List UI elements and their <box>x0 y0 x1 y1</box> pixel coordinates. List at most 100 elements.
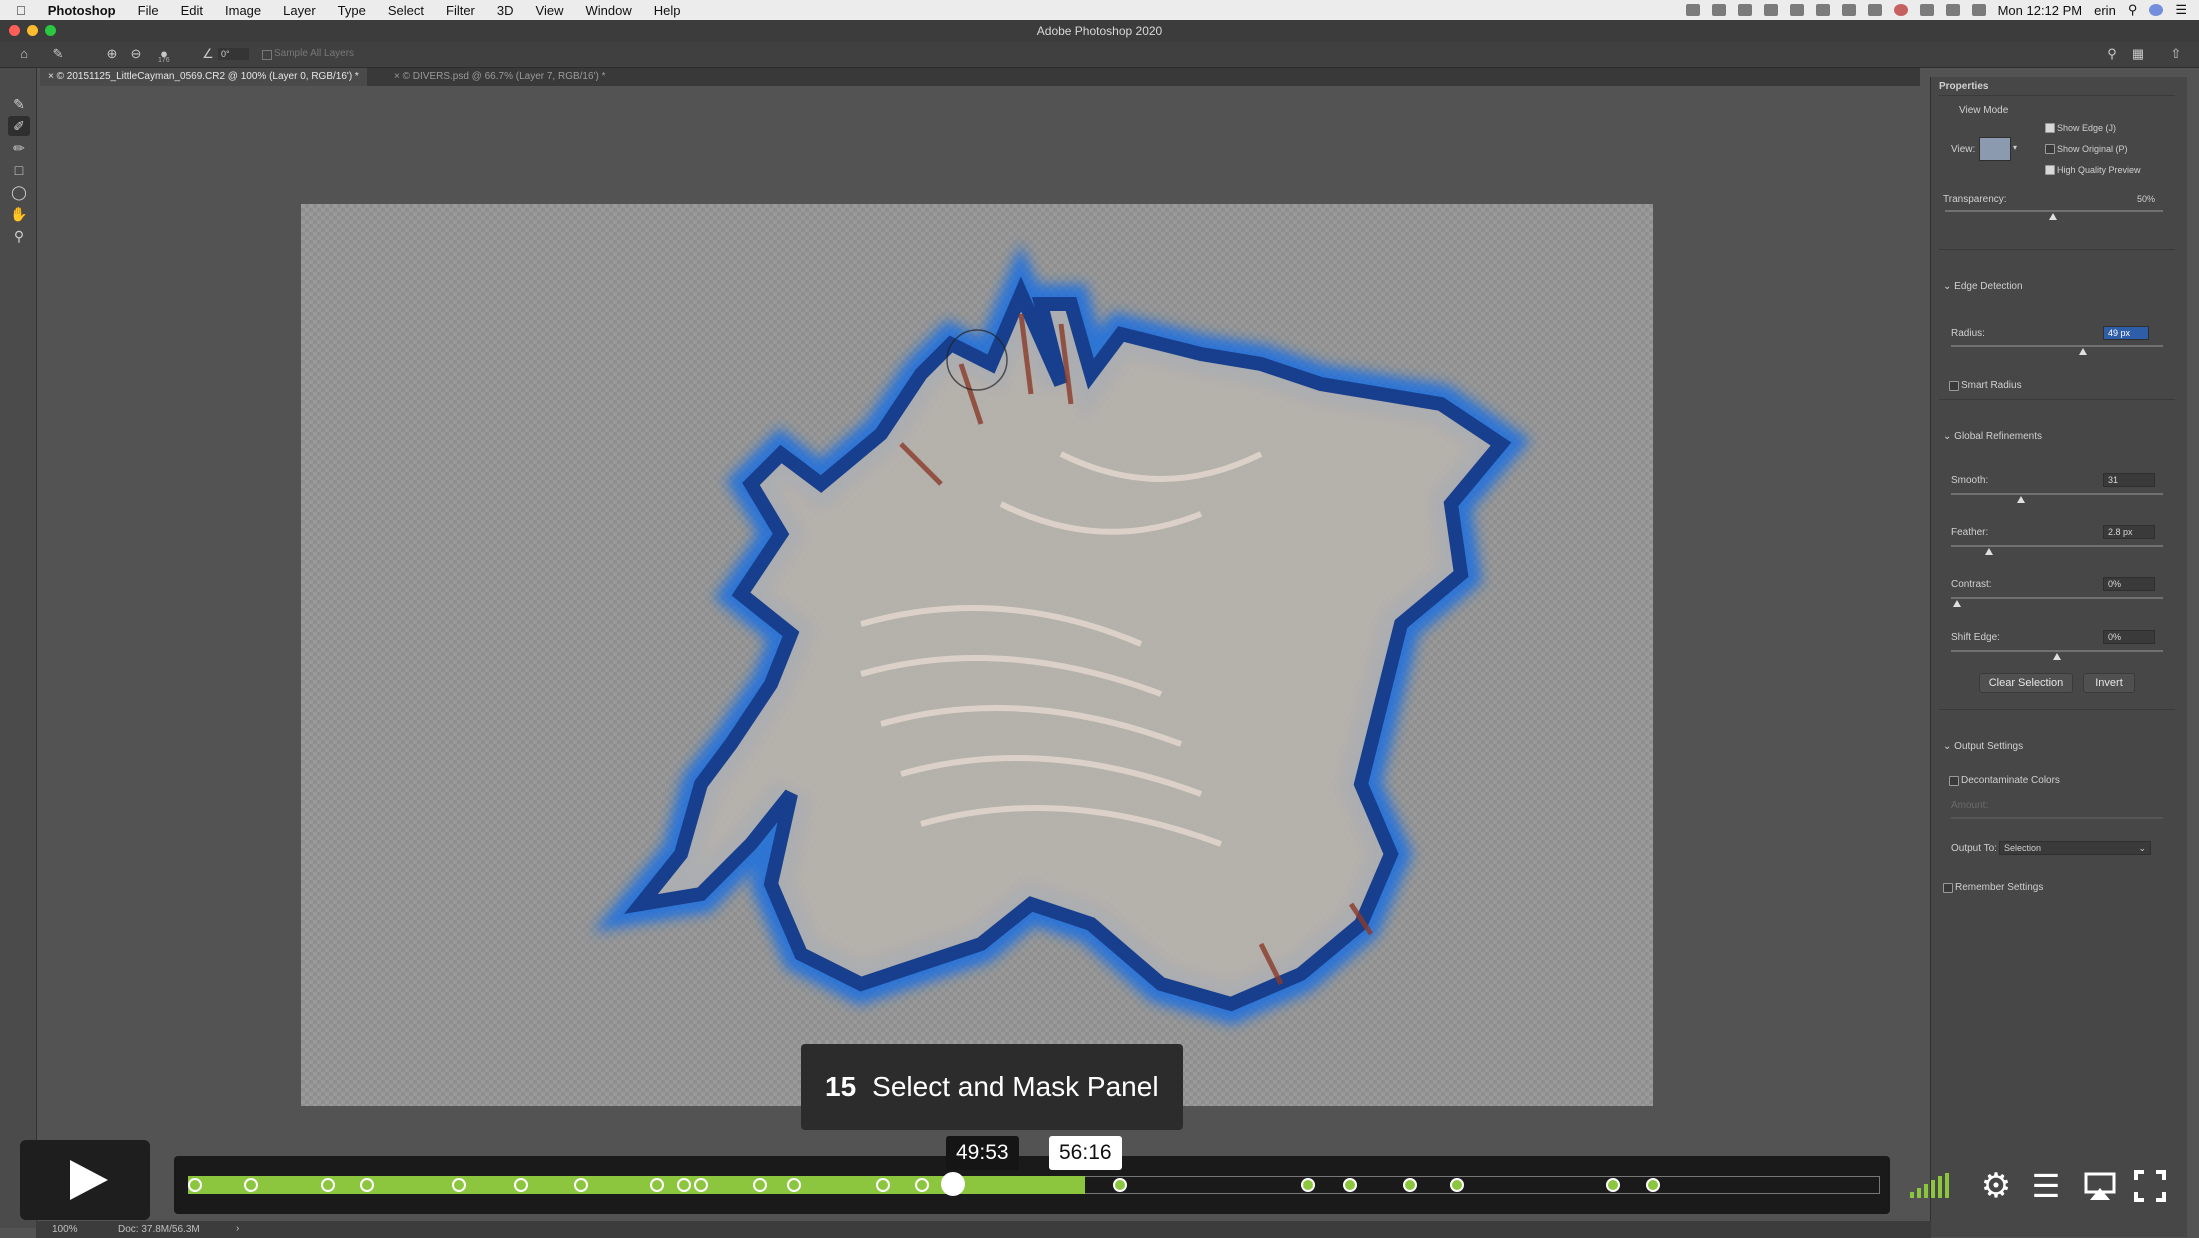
airplay-status-icon[interactable] <box>1919 4 1934 16</box>
video-progress-bar[interactable] <box>174 1156 1890 1214</box>
transparency-value[interactable]: 50% <box>2137 194 2155 204</box>
chapter-marker[interactable] <box>786 1178 801 1192</box>
brush-preset-icon[interactable]: ✎ <box>50 46 66 62</box>
time-machine-status-icon[interactable] <box>1841 4 1856 16</box>
chapter-marker[interactable] <box>187 1178 202 1192</box>
contrast-slider-track[interactable] <box>1951 597 2163 599</box>
smooth-field[interactable]: 31 <box>2103 473 2155 487</box>
brush-tool-icon[interactable]: ✏ <box>8 138 30 158</box>
menubar-clock[interactable]: Mon 12:12 PM <box>1998 3 2083 18</box>
record-status-icon[interactable] <box>1893 4 1908 16</box>
sample-all-layers-checkbox[interactable] <box>262 50 272 60</box>
settings-gear-icon[interactable]: ⚙ <box>1976 1166 2016 1206</box>
shift-edge-slider-track[interactable] <box>1951 650 2163 652</box>
angle-field[interactable]: 0° <box>218 48 249 60</box>
airplay-icon[interactable] <box>2080 1166 2120 1206</box>
show-edge-checkbox[interactable] <box>2045 123 2055 133</box>
app-menu[interactable]: Photoshop <box>48 3 116 18</box>
chapter-marker[interactable] <box>573 1178 588 1192</box>
siri-icon[interactable] <box>2149 4 2164 16</box>
menu-layer[interactable]: Layer <box>283 3 316 18</box>
dropbox-status-icon[interactable] <box>1815 4 1830 16</box>
volume-bars-icon[interactable] <box>1908 1172 1956 1200</box>
object-selection-tool-icon[interactable]: □ <box>8 160 30 180</box>
apple-menu-icon[interactable]:  <box>16 3 26 18</box>
view-mode-thumbnail[interactable] <box>1979 137 2011 161</box>
remember-settings-checkbox[interactable] <box>1943 883 1953 893</box>
feather-slider-thumb[interactable] <box>1985 548 1993 555</box>
add-to-selection-icon[interactable]: ⊕ <box>104 46 120 62</box>
chapter-marker[interactable] <box>1605 1178 1620 1192</box>
document-canvas[interactable] <box>301 204 1653 1106</box>
home-icon[interactable]: ⌂ <box>16 46 32 62</box>
notification-center-icon[interactable]: ☰ <box>2175 2 2187 18</box>
transparency-slider-thumb[interactable] <box>2049 213 2057 220</box>
display-status-icon[interactable] <box>1685 4 1700 16</box>
workspace-icon[interactable]: ▦ <box>2130 46 2146 62</box>
edge-detection-header[interactable]: ⌄ Edge Detection <box>1943 281 2023 292</box>
chapter-marker[interactable] <box>676 1178 691 1192</box>
smart-radius-checkbox[interactable] <box>1949 381 1959 391</box>
menu-select[interactable]: Select <box>388 3 424 18</box>
tab-close-icon[interactable]: × <box>48 71 57 82</box>
status-menu-arrow-icon[interactable]: › <box>236 1223 239 1234</box>
feather-slider-track[interactable] <box>1951 545 2163 547</box>
menu-3d[interactable]: 3D <box>497 3 514 18</box>
subtract-from-selection-icon[interactable]: ⊖ <box>128 46 144 62</box>
hand-tool-icon[interactable]: ✋ <box>8 204 30 224</box>
minimize-window-button[interactable] <box>27 25 38 36</box>
chapter-marker[interactable] <box>1450 1178 1464 1192</box>
feather-field[interactable]: 2.8 px <box>2103 525 2155 539</box>
search-icon[interactable]: ⚲ <box>2104 46 2120 62</box>
volume-icon[interactable] <box>1971 4 1986 16</box>
shift-edge-slider-thumb[interactable] <box>2053 653 2061 660</box>
contrast-field[interactable]: 0% <box>2103 577 2155 591</box>
chevron-down-icon[interactable]: ▾ <box>2013 143 2017 152</box>
chapter-marker[interactable] <box>649 1178 664 1192</box>
progress-scrubber-handle[interactable] <box>940 1172 965 1196</box>
document-tab-littlecayman[interactable]: × © 20151125_LittleCayman_0569.CR2 @ 100… <box>40 68 367 86</box>
refine-edge-brush-icon[interactable]: ✐ <box>8 116 30 136</box>
sync-status-icon[interactable] <box>1737 4 1752 16</box>
output-settings-header[interactable]: ⌄ Output Settings <box>1943 741 2023 752</box>
high-quality-preview-checkbox[interactable] <box>2045 165 2055 175</box>
creative-cloud-status-icon[interactable] <box>1711 4 1726 16</box>
fullscreen-icon[interactable] <box>2130 1166 2170 1206</box>
menubar-user[interactable]: erin <box>2094 3 2116 18</box>
show-original-checkbox[interactable] <box>2045 144 2055 154</box>
wifi-icon[interactable] <box>1945 4 1960 16</box>
invert-button[interactable]: Invert <box>2083 673 2135 693</box>
share-icon[interactable]: ⇧ <box>2168 46 2184 62</box>
menu-view[interactable]: View <box>536 3 564 18</box>
chapter-marker[interactable] <box>693 1178 708 1192</box>
output-to-dropdown[interactable]: Selection ⌄ <box>1999 841 2151 855</box>
menu-window[interactable]: Window <box>585 3 631 18</box>
info-status-icon[interactable] <box>1867 4 1882 16</box>
global-refinements-header[interactable]: ⌄ Global Refinements <box>1943 431 2042 442</box>
contrast-slider-thumb[interactable] <box>1953 600 1961 607</box>
chapters-list-icon[interactable]: ☰ <box>2026 1166 2066 1206</box>
tab-close-icon[interactable]: × <box>394 71 403 82</box>
chapter-marker[interactable] <box>752 1178 767 1192</box>
bluetooth-status-icon[interactable] <box>1763 4 1778 16</box>
menu-edit[interactable]: Edit <box>181 3 203 18</box>
clear-selection-button[interactable]: Clear Selection <box>1979 673 2073 693</box>
spotlight-search-icon[interactable]: ⚲ <box>2128 2 2138 18</box>
zoom-level[interactable]: 100% <box>52 1224 78 1235</box>
menu-filter[interactable]: Filter <box>446 3 475 18</box>
mail-status-icon[interactable] <box>1789 4 1804 16</box>
smooth-slider-thumb[interactable] <box>2017 496 2025 503</box>
radius-slider-track[interactable] <box>1951 345 2163 347</box>
menu-image[interactable]: Image <box>225 3 261 18</box>
menu-type[interactable]: Type <box>338 3 366 18</box>
menu-help[interactable]: Help <box>654 3 681 18</box>
quick-selection-tool-icon[interactable]: ✎ <box>8 94 30 114</box>
chapter-marker[interactable] <box>451 1178 466 1192</box>
amount-slider-track[interactable] <box>1951 817 2163 819</box>
angle-icon[interactable]: ∠ <box>200 46 216 62</box>
play-button[interactable] <box>20 1140 150 1220</box>
chapter-marker[interactable] <box>1301 1178 1316 1192</box>
smooth-slider-track[interactable] <box>1951 493 2163 495</box>
transparency-slider-track[interactable] <box>1945 210 2163 212</box>
menu-file[interactable]: File <box>138 3 159 18</box>
